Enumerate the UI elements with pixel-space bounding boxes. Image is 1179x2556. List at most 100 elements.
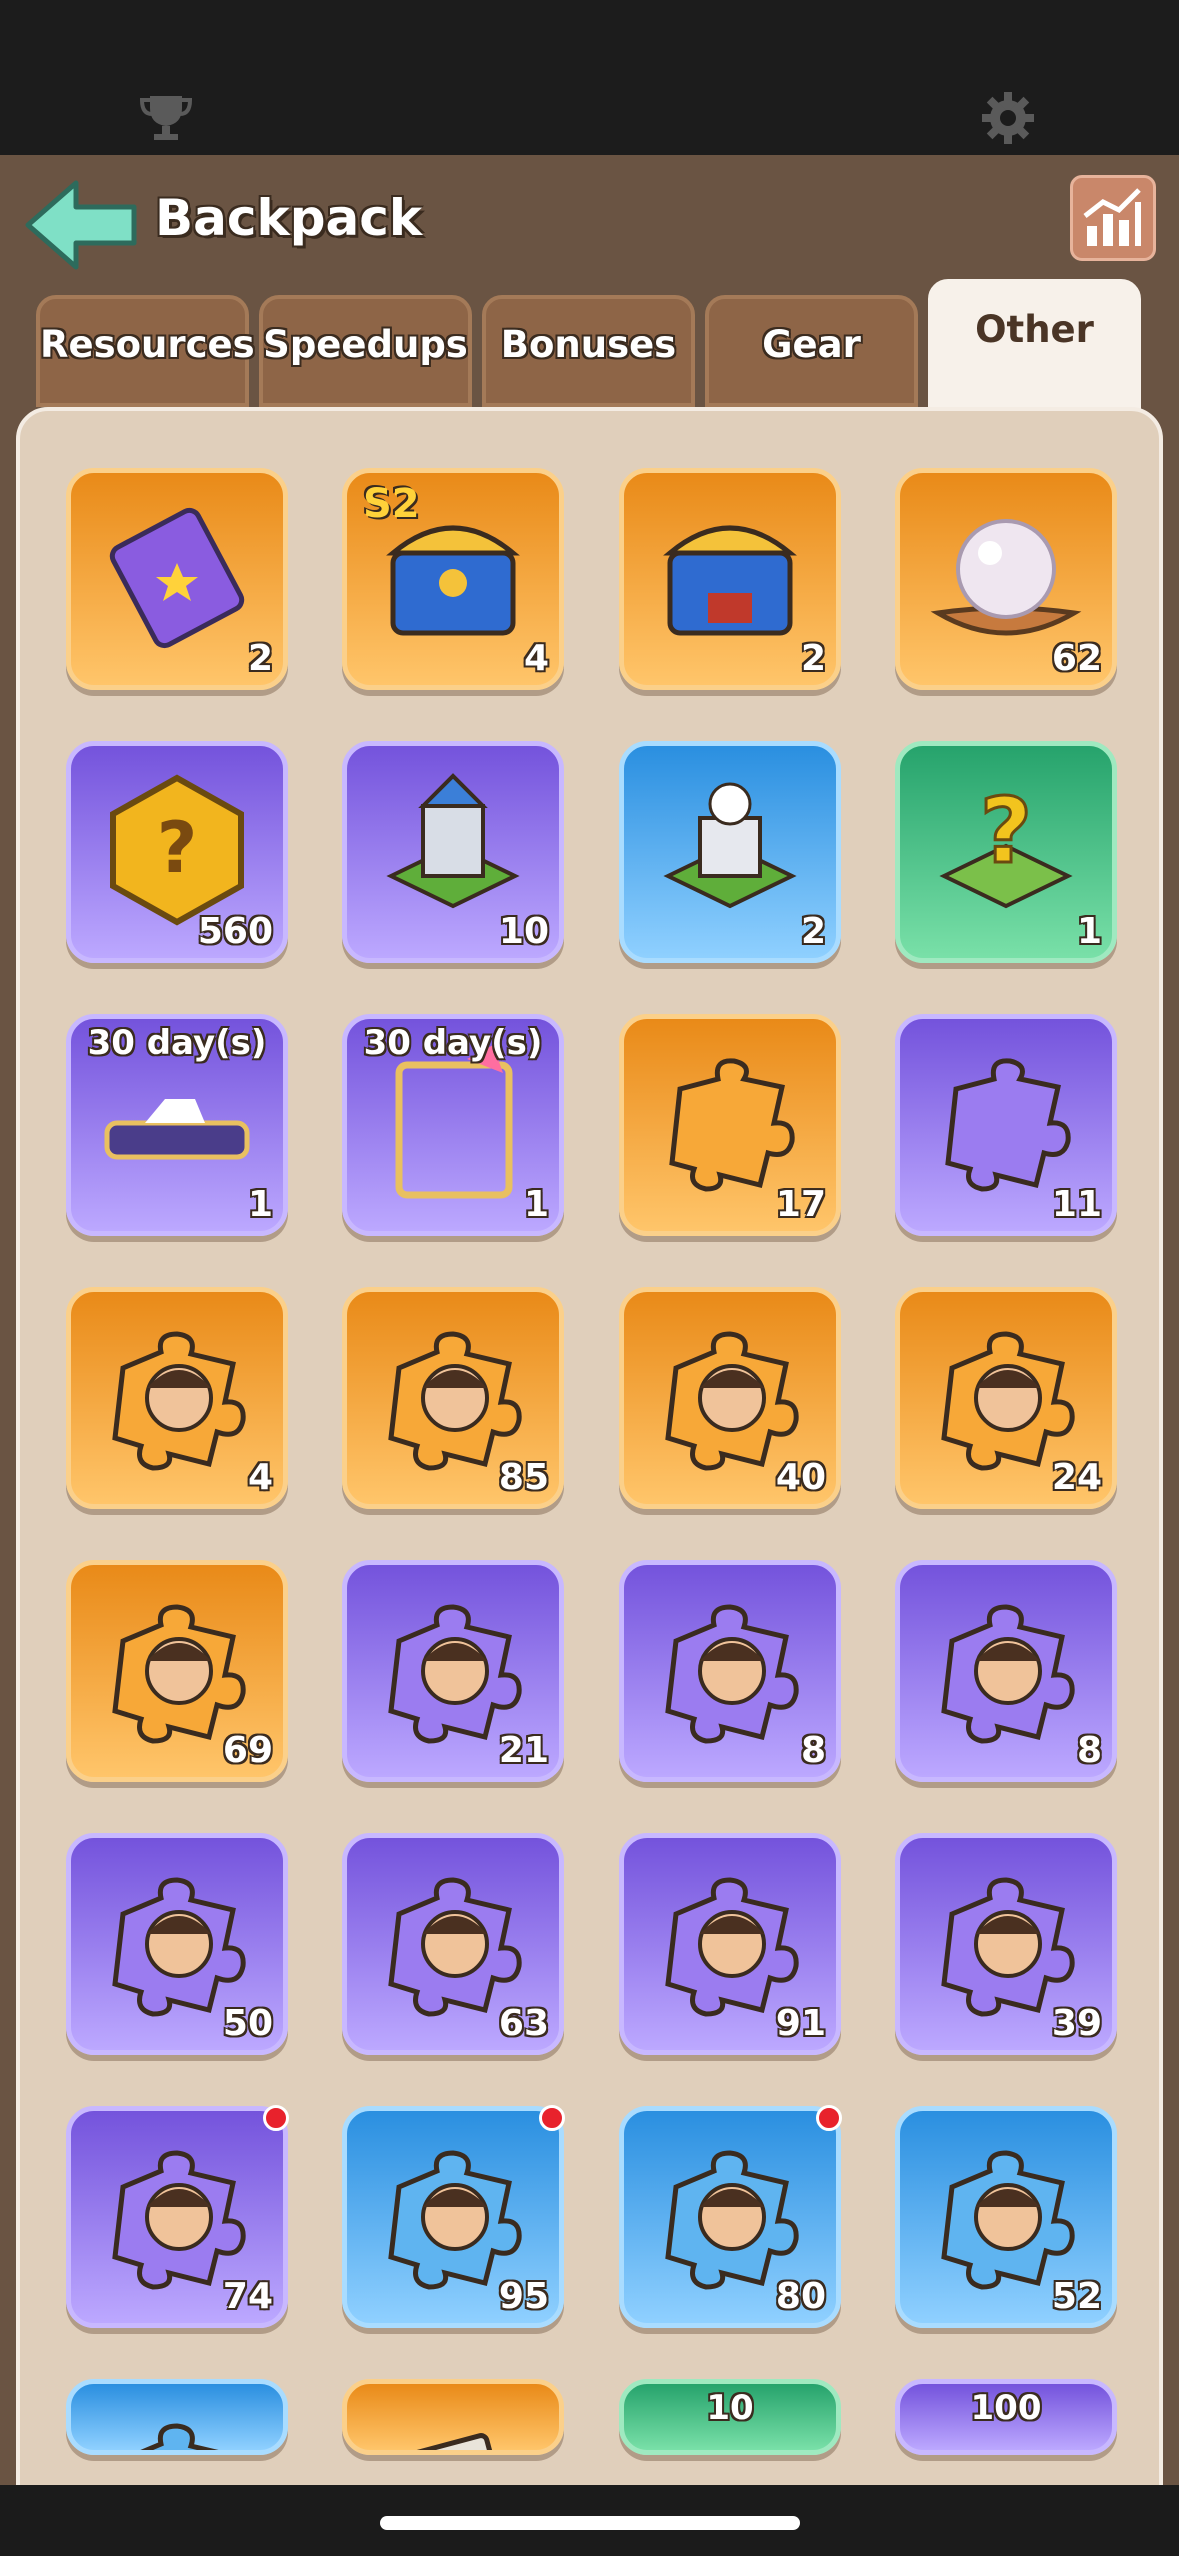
item-quantity: 50 — [222, 2003, 273, 2044]
inventory-item[interactable]: 8 — [619, 1560, 841, 1782]
inventory-item[interactable]: 40 — [619, 1287, 841, 1509]
item-quantity: 4 — [523, 638, 549, 679]
inventory-item[interactable]: 91 — [619, 1833, 841, 2055]
tab-bonuses[interactable]: Bonuses — [482, 295, 695, 407]
hero-shard-icon — [665, 1877, 799, 2017]
duration-label: 100 — [970, 2388, 1042, 2428]
home-indicator[interactable] — [380, 2516, 800, 2530]
item-quantity: 1 — [523, 1184, 549, 1225]
inventory-item[interactable]: 62 — [895, 468, 1117, 690]
nameplate-icon — [104, 1099, 250, 1160]
hero-shard-icon — [941, 1331, 1075, 1471]
item-quantity: 39 — [1051, 2003, 1102, 2044]
item-quantity: 24 — [1051, 1457, 1102, 1498]
tab-speedups[interactable]: Speedups — [259, 295, 472, 407]
item-quantity: 560 — [197, 911, 273, 952]
inventory-item[interactable]: 63 — [342, 1833, 564, 2055]
inventory-item[interactable] — [66, 2379, 288, 2455]
back-arrow-icon[interactable] — [24, 175, 140, 275]
hero-shard-icon — [388, 1331, 522, 1471]
svg-text:?: ? — [980, 779, 1032, 884]
inventory-item[interactable]: 10 — [619, 2379, 841, 2455]
item-quantity: 11 — [1051, 1184, 1102, 1225]
bar-chart-icon — [1083, 188, 1141, 246]
random-teleport-icon: ? — [939, 778, 1073, 909]
item-quantity: 74 — [222, 2276, 273, 2317]
puzzle-piece-icon — [945, 1058, 1071, 1192]
inventory-item[interactable]: 69 — [66, 1560, 288, 1782]
item-quantity: 17 — [775, 1184, 826, 1225]
mystery-hexagon-icon: ? — [110, 774, 244, 926]
puzzle-piece-icon — [669, 1058, 795, 1192]
hero-shard-icon — [665, 1604, 799, 1744]
inventory-item[interactable]: ? 560 — [66, 741, 288, 963]
inventory-item[interactable]: S2 4 — [342, 468, 564, 690]
inventory-item[interactable]: 100 — [895, 2379, 1117, 2455]
item-quantity: 4 — [247, 1457, 273, 1498]
season-tag: S2 — [363, 481, 420, 527]
tab-other[interactable]: Other — [928, 279, 1141, 409]
hero-shard-icon — [112, 1331, 246, 1471]
item-quantity: 62 — [1051, 638, 1102, 679]
inventory-item[interactable]: 21 — [342, 1560, 564, 1782]
inventory-item[interactable]: 8 — [895, 1560, 1117, 1782]
page-title: Backpack — [155, 189, 423, 247]
ticket-icon — [109, 507, 245, 649]
inventory-item[interactable]: 74 — [66, 2105, 289, 2328]
item-quantity: 10 — [498, 911, 549, 952]
hero-shard-icon — [941, 2150, 1075, 2290]
hero-shard-icon — [140, 2423, 219, 2450]
inventory-item[interactable]: 17 — [619, 1014, 841, 1236]
item-quantity: 40 — [775, 1457, 826, 1498]
hero-shard-icon — [388, 2150, 522, 2290]
duration-label: 10 — [706, 2388, 754, 2428]
stats-button[interactable] — [1070, 175, 1156, 261]
inventory-item[interactable]: 30 day(s) 1 — [66, 1014, 288, 1236]
item-quantity: 52 — [1051, 2276, 1102, 2317]
inventory-item[interactable]: 2 — [619, 468, 841, 690]
duration-label: 30 day(s) — [87, 1023, 267, 1063]
item-quantity: 1 — [247, 1184, 273, 1225]
inventory-item[interactable]: 85 — [342, 1287, 564, 1509]
item-quantity: 80 — [775, 2276, 826, 2317]
duration-label: 30 day(s) — [363, 1023, 543, 1063]
inventory-item[interactable] — [342, 2379, 564, 2455]
tab-gear[interactable]: Gear — [705, 295, 918, 407]
scroll-icon — [397, 2433, 515, 2450]
hero-shard-icon — [388, 1604, 522, 1744]
item-quantity: 21 — [498, 1730, 549, 1771]
trophy-icon[interactable] — [136, 88, 196, 148]
inventory-item[interactable]: 4 — [66, 1287, 288, 1509]
notification-dot — [816, 2105, 842, 2131]
item-quantity: 8 — [1076, 1730, 1102, 1771]
inventory-item[interactable]: 11 — [895, 1014, 1117, 1236]
inventory-item[interactable]: ? 1 — [895, 741, 1117, 963]
inventory-item[interactable]: 30 day(s) 1 — [342, 1014, 564, 1236]
hero-shard-icon — [388, 1877, 522, 2017]
castle-relocate-icon — [386, 773, 520, 909]
inventory-item[interactable]: 2 — [66, 468, 288, 690]
inventory-item[interactable]: 10 — [342, 741, 564, 963]
item-quantity: 2 — [247, 638, 273, 679]
pearl-icon — [930, 519, 1082, 636]
svg-text:?: ? — [157, 807, 198, 889]
inventory-item[interactable]: 24 — [895, 1287, 1117, 1509]
inventory-item[interactable]: 52 — [895, 2106, 1117, 2328]
hero-shard-icon — [665, 1331, 799, 1471]
notification-dot — [539, 2105, 565, 2131]
item-quantity: 1 — [1076, 911, 1102, 952]
chest-icon — [663, 525, 797, 636]
inventory-item[interactable]: 95 — [342, 2105, 565, 2328]
gear-icon[interactable] — [978, 88, 1038, 148]
item-quantity: 2 — [800, 911, 826, 952]
item-quantity: 91 — [775, 2003, 826, 2044]
item-quantity: 63 — [498, 2003, 549, 2044]
inventory-item[interactable]: 80 — [619, 2105, 842, 2328]
inventory-item[interactable]: 50 — [66, 1833, 288, 2055]
castle-teleport-icon — [663, 782, 797, 909]
hero-shard-icon — [112, 1877, 246, 2017]
item-quantity: 69 — [222, 1730, 273, 1771]
inventory-item[interactable]: 2 — [619, 741, 841, 963]
inventory-item[interactable]: 39 — [895, 1833, 1117, 2055]
tab-resources[interactable]: Resources — [36, 295, 255, 407]
